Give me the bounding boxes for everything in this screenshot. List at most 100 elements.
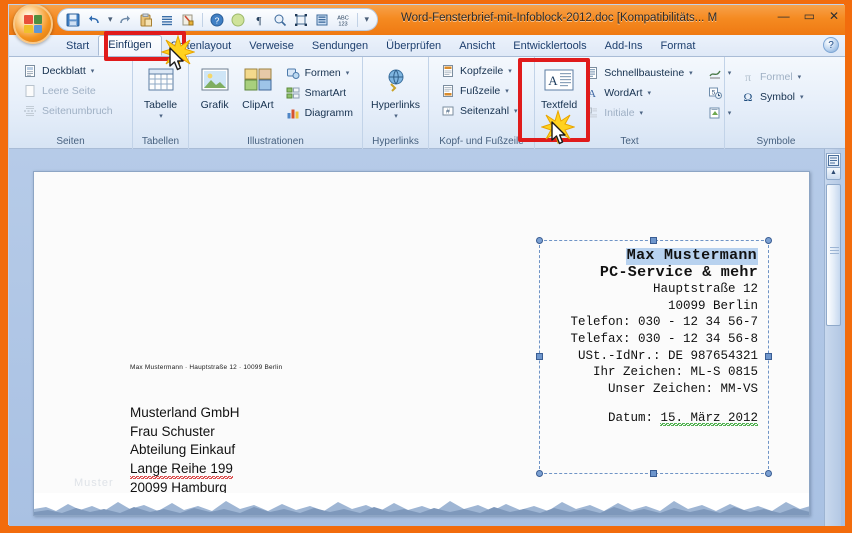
date-value: 15. März 2012 — [660, 411, 758, 427]
ribbon-item-kopfzeile[interactable]: Kopfzeile ▾ — [437, 62, 521, 80]
ribbon-item-grafik[interactable]: Grafik — [195, 62, 234, 111]
chevron-down-icon[interactable]: ▾ — [158, 112, 163, 120]
page-view-icon[interactable] — [313, 11, 331, 29]
ribbon-item-initiale[interactable]: Initiale ▾ — [581, 104, 696, 122]
ribbon-item-fusszeile[interactable]: Fußzeile ▾ — [437, 82, 521, 100]
ribbon-item-seitenzahl[interactable]: # Seitenzahl ▾ — [437, 102, 521, 120]
redo-icon[interactable] — [116, 11, 134, 29]
resize-handle-bl[interactable] — [536, 470, 543, 477]
ribbon-item-tabelle[interactable]: Tabelle ▾ — [139, 62, 182, 120]
ribbon-group-label: Hyperlinks — [372, 136, 419, 147]
ribbon-tabs[interactable]: Start Einfügen Seitenlayout Verweise Sen… — [9, 35, 845, 57]
chevron-down-icon[interactable]: ▾ — [647, 89, 652, 97]
ribbon-help-icon[interactable]: ? — [823, 37, 839, 53]
undo-icon[interactable] — [85, 11, 103, 29]
ribbon-item-formel[interactable]: π Formel ▾ — [737, 68, 807, 86]
ribbon: Deckblatt ▾ Leere Seite Seitenumbruch Se… — [9, 57, 845, 149]
chevron-down-icon[interactable]: ▾ — [799, 93, 804, 101]
company-subtitle: PC-Service & mehr — [599, 263, 758, 281]
full-screen-icon[interactable] — [292, 11, 310, 29]
date-time-icon: 5 — [707, 85, 723, 101]
circle-icon[interactable] — [229, 11, 247, 29]
chevron-down-icon[interactable]: ▾ — [393, 112, 398, 120]
tab-ansicht[interactable]: Ansicht — [450, 37, 504, 56]
ribbon-group-label: Tabellen — [141, 136, 180, 147]
document-map-icon[interactable] — [826, 153, 841, 168]
office-button[interactable] — [13, 4, 53, 44]
window-controls[interactable]: — ▭ ✕ — [778, 9, 839, 23]
quick-access-toolbar[interactable]: ▾ ? ¶ ABC 123 ▾ — [57, 8, 379, 31]
ribbon-item-deckblatt[interactable]: Deckblatt ▾ — [19, 62, 116, 80]
ribbon-item-schnellbausteine[interactable]: Schnellbausteine ▾ — [581, 64, 696, 82]
ribbon-item-symbol[interactable]: Ω Symbol ▾ — [737, 88, 807, 106]
help-icon[interactable]: ? — [208, 11, 226, 29]
scrollbar-grip-icon — [830, 247, 839, 254]
paste-icon[interactable] — [137, 11, 155, 29]
infoblock-line-phone: Telefon: 030 - 12 34 56-7 — [570, 315, 758, 330]
chevron-down-icon[interactable]: ▾ — [90, 67, 95, 75]
chevron-down-icon[interactable]: ▾ — [507, 67, 512, 75]
undo-dropdown-icon[interactable]: ▾ — [106, 14, 113, 25]
scrollbar-thumb[interactable] — [826, 184, 841, 326]
tab-seitenlayout[interactable]: Seitenlayout — [162, 37, 241, 56]
ribbon-item-label: Formel — [760, 70, 793, 83]
chevron-down-icon[interactable]: ▾ — [639, 109, 644, 117]
resize-handle-bc[interactable] — [650, 470, 657, 477]
chevron-down-icon[interactable]: ▾ — [345, 69, 350, 77]
tab-format[interactable]: Format — [652, 37, 705, 56]
tab-verweise[interactable]: Verweise — [240, 37, 303, 56]
close-button[interactable]: ✕ — [829, 9, 839, 23]
format-painter-icon[interactable] — [179, 11, 197, 29]
chart-icon — [285, 105, 301, 121]
pilcrow-icon[interactable]: ¶ — [250, 11, 268, 29]
print-preview-icon[interactable] — [271, 11, 289, 29]
chevron-down-icon[interactable]: ▾ — [797, 73, 802, 81]
svg-text:123: 123 — [338, 21, 347, 27]
save-icon[interactable] — [64, 11, 82, 29]
title-bar: ▾ ? ¶ ABC 123 ▾ Word-Fensterbrief-mit-In… — [9, 4, 845, 44]
word-count-icon[interactable]: ABC 123 — [334, 11, 352, 29]
toolbar-separator-2 — [356, 12, 358, 27]
tab-ueberpruefen[interactable]: Überprüfen — [377, 37, 450, 56]
minimize-button[interactable]: — — [778, 9, 790, 23]
chevron-down-icon[interactable]: ▾ — [513, 107, 518, 115]
document-page[interactable]: Max Mustermann · Hauptstraße 12 · 10099 … — [33, 171, 810, 516]
resize-handle-tc[interactable] — [650, 237, 657, 244]
ribbon-item-diagramm[interactable]: Diagramm — [282, 104, 356, 122]
signature-line-icon — [707, 65, 723, 81]
ribbon-item-formen[interactable]: Formen ▾ — [282, 64, 356, 82]
qat-more-icon[interactable]: ▾ — [363, 14, 370, 25]
ribbon-item-label: ClipArt — [242, 99, 274, 111]
tab-entwicklertools[interactable]: Entwicklertools — [504, 37, 595, 56]
ribbon-item-seitenumbruch[interactable]: Seitenumbruch — [19, 102, 116, 120]
ribbon-item-smartart[interactable]: SmartArt — [282, 84, 356, 102]
ribbon-item-label: Schnellbausteine — [604, 66, 685, 79]
document-area[interactable]: Max Mustermann · Hauptstraße 12 · 10099 … — [9, 149, 845, 526]
infoblock-content[interactable]: Max Mustermann PC-Service & mehr Hauptst… — [548, 247, 758, 466]
chevron-down-icon[interactable]: ▾ — [688, 69, 693, 77]
infoblock-textbox[interactable]: Max Mustermann PC-Service & mehr Hauptst… — [536, 237, 772, 477]
ribbon-item-wordart[interactable]: A WordArt ▾ — [581, 84, 696, 102]
resize-handle-tl[interactable] — [536, 237, 543, 244]
infoblock-line-your-ref: Ihr Zeichen: ML-S 0815 — [592, 365, 758, 380]
resize-handle-br[interactable] — [765, 470, 772, 477]
ribbon-item-leere-seite[interactable]: Leere Seite — [19, 82, 116, 100]
tab-start[interactable]: Start — [57, 37, 98, 56]
chevron-down-icon[interactable]: ▾ — [504, 87, 509, 95]
ribbon-item-textfeld[interactable]: A Textfeld — [541, 62, 577, 111]
ribbon-item-label: Textfeld — [541, 99, 578, 111]
screenshot-root: ▾ ? ¶ ABC 123 ▾ Word-Fensterbrief-mit-In… — [0, 0, 852, 533]
svg-text:#: # — [446, 109, 450, 116]
resize-handle-tr[interactable] — [765, 237, 772, 244]
tab-sendungen[interactable]: Sendungen — [303, 37, 377, 56]
vertical-scrollbar[interactable]: ▲ — [824, 149, 841, 526]
tab-add-ins[interactable]: Add-Ins — [596, 37, 652, 56]
maximize-button[interactable]: ▭ — [804, 9, 815, 23]
tab-einfuegen[interactable]: Einfügen — [98, 35, 162, 56]
ribbon-item-clipart[interactable]: ClipArt — [238, 62, 277, 111]
resize-handle-mr[interactable] — [765, 353, 772, 360]
ribbon-item-label: Kopfzeile — [460, 64, 504, 77]
resize-handle-ml[interactable] — [536, 353, 543, 360]
ribbon-item-hyperlinks[interactable]: Hyperlinks ▾ — [369, 62, 422, 120]
lines-icon[interactable] — [158, 11, 176, 29]
